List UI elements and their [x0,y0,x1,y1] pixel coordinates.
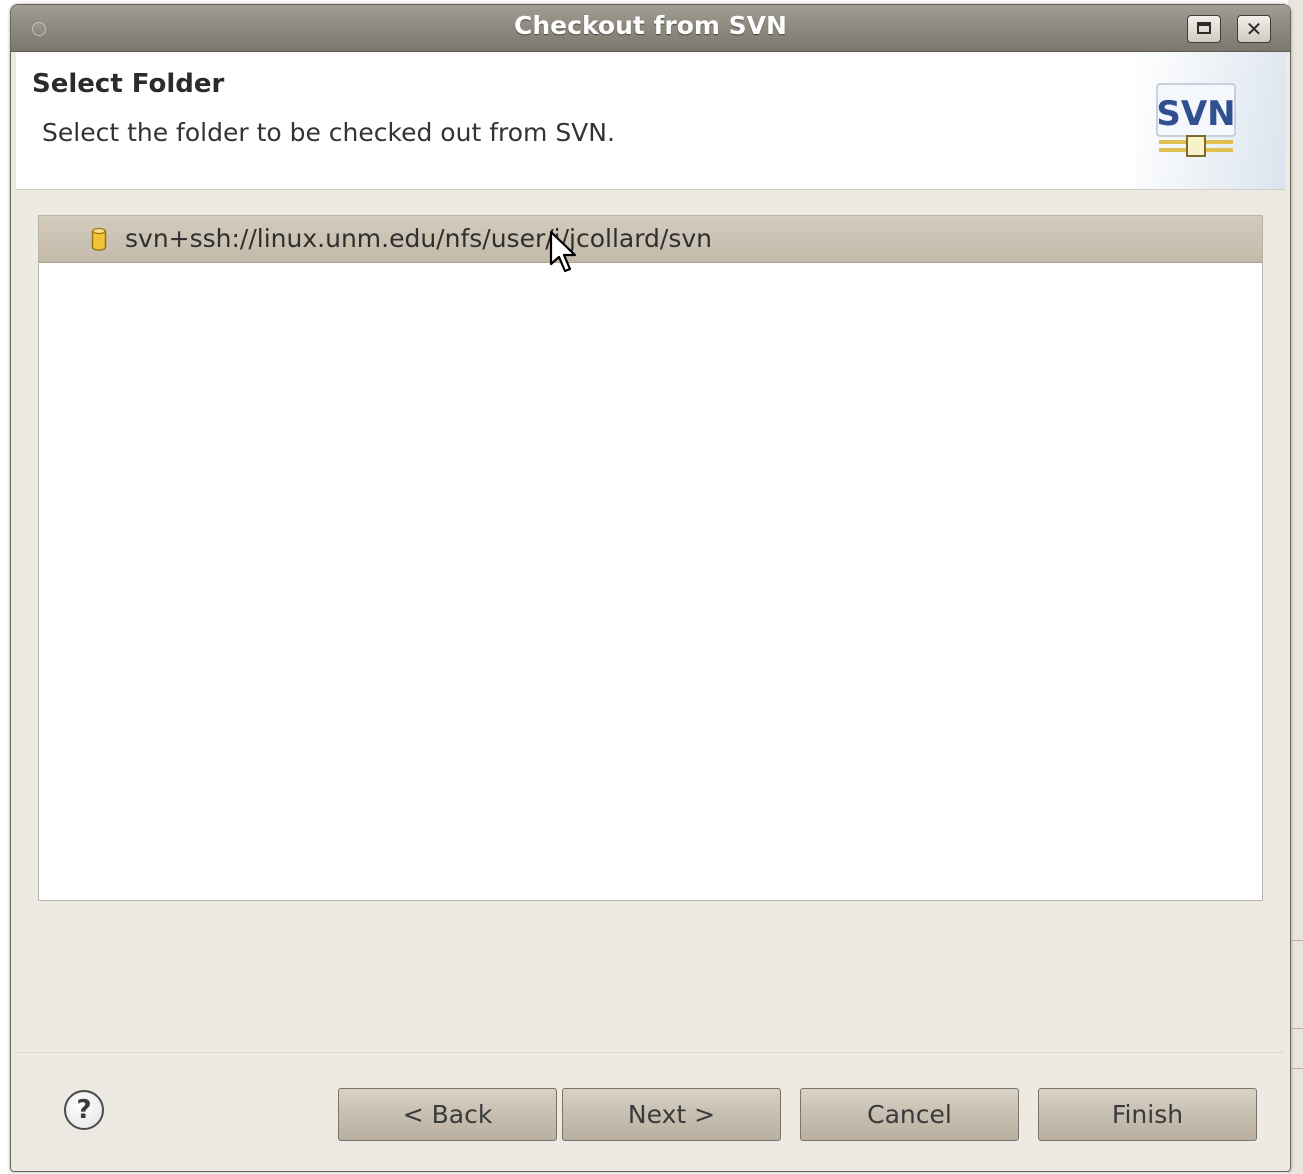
maximize-button[interactable] [1187,15,1221,43]
wizard-header: Select Folder Select the folder to be ch… [16,52,1285,189]
repository-icon [91,227,107,251]
finish-button[interactable]: Finish [1038,1088,1257,1141]
checkout-dialog: Checkout from SVN ✕ Select Folder Select… [10,4,1291,1172]
svn-logo-icon: SVN [1156,83,1236,157]
folder-tree[interactable]: svn+ssh://linux.unm.edu/nfs/user/j/jcoll… [38,215,1263,901]
svn-logo-text: SVN [1156,94,1235,134]
back-button[interactable]: < Back [338,1088,557,1141]
close-icon: ✕ [1245,17,1263,41]
help-button[interactable]: ? [64,1090,104,1130]
cancel-button[interactable]: Cancel [800,1088,1019,1141]
page-title: Select Folder [32,69,225,99]
next-button[interactable]: Next > [562,1088,781,1141]
title-bar[interactable]: Checkout from SVN ✕ [11,5,1290,52]
close-button[interactable]: ✕ [1237,15,1271,43]
page-description: Select the folder to be checked out from… [42,118,615,147]
tree-item-repository[interactable]: svn+ssh://linux.unm.edu/nfs/user/j/jcoll… [39,216,1262,263]
window-title: Checkout from SVN [514,11,787,40]
footer-separator [16,1052,1285,1053]
tree-item-label: svn+ssh://linux.unm.edu/nfs/user/j/jcoll… [125,224,713,253]
mouse-pointer-icon [549,230,577,273]
header-separator [16,189,1285,190]
help-icon: ? [76,1095,92,1125]
